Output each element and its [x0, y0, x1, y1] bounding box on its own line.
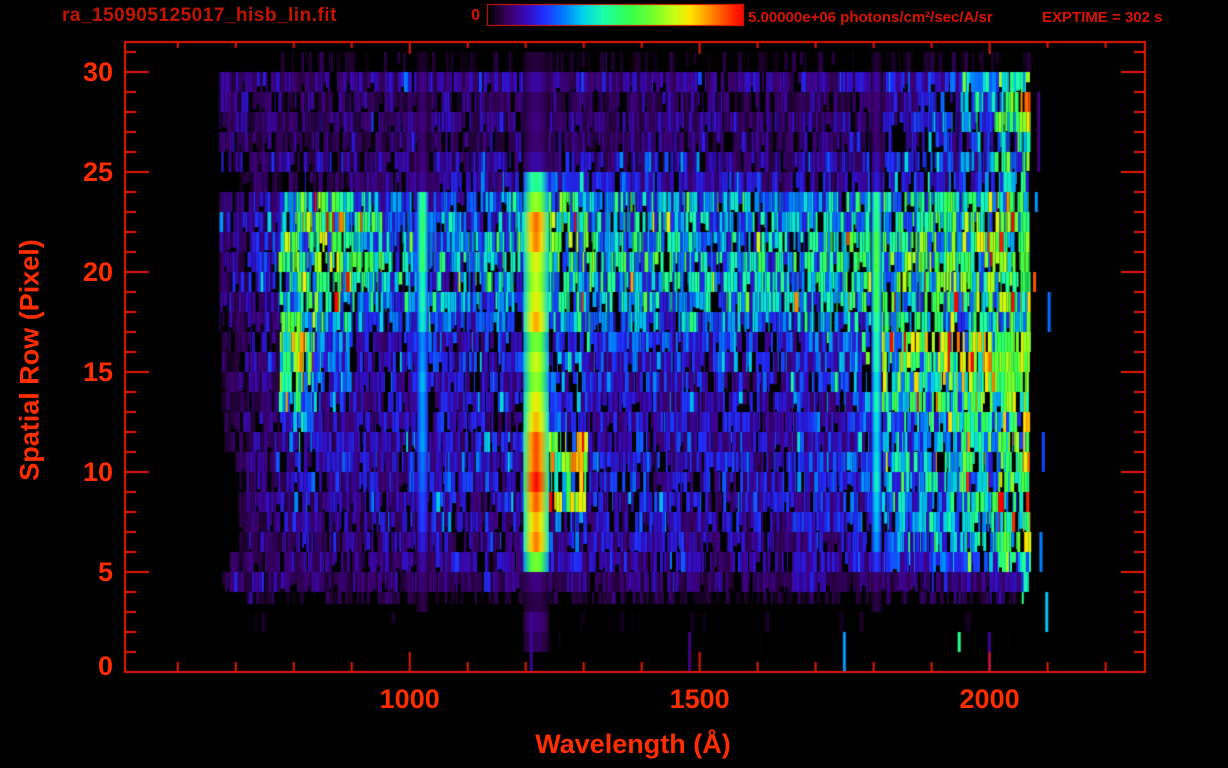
y-tick-label-5: 5: [97, 557, 113, 587]
x-tick-label-1000: 1000: [379, 684, 440, 714]
x-tick-label-2000: 2000: [959, 684, 1020, 714]
file-title: ra_150905125017_hisb_lin.fit: [62, 5, 337, 26]
y-tick-label-30: 30: [82, 57, 113, 87]
x-axis-title: Wavelength (Å): [535, 729, 731, 759]
y-tick-label-15: 15: [82, 357, 113, 387]
spectrogram-window: ra_150905125017_hisb_lin.fit 0 5.00000e+…: [0, 0, 1228, 768]
spectrogram-plot-canvas: [0, 0, 1228, 768]
exptime-label: EXPTIME = 302 s: [1042, 9, 1163, 26]
x-tick-label-1500: 1500: [669, 684, 730, 714]
y-tick-label-10: 10: [82, 457, 113, 487]
colorbar-max-label: 5.00000e+06 photons/cm²/sec/A/sr: [748, 9, 993, 26]
colorbar-min-label: 0: [471, 7, 480, 24]
y-tick-label-0: 0: [97, 651, 113, 681]
y-tick-label-20: 20: [82, 257, 113, 287]
y-tick-label-25: 25: [82, 157, 113, 187]
